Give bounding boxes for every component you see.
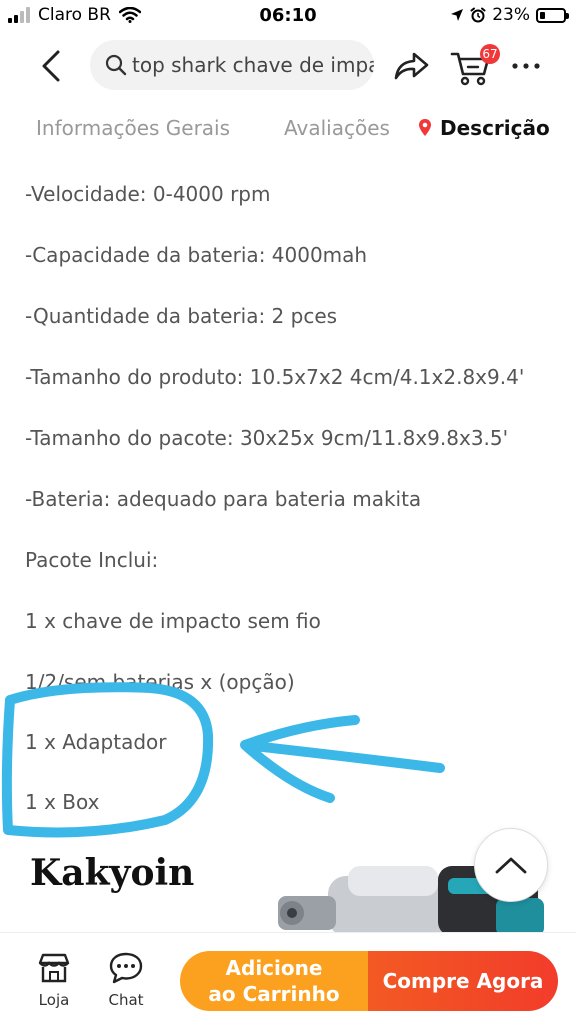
desc-line: 1 x Adaptador (25, 730, 167, 754)
desc-line: Pacote Inclui: (25, 548, 159, 572)
search-bar[interactable]: top shark chave de impa (90, 40, 374, 90)
add-to-cart-button[interactable]: Adicione ao Carrinho (180, 951, 368, 1011)
desc-line: -Quantidade da bateria: 2 pces (25, 304, 338, 328)
status-right: 23% (450, 5, 569, 25)
battery-icon (536, 7, 569, 23)
add-to-cart-label-line2: ao Carrinho (208, 982, 340, 1006)
back-button[interactable] (30, 42, 74, 90)
product-page: Claro BR 06:10 23% top shark chave de im… (0, 0, 576, 1024)
brand-title: Kakyoin (30, 852, 195, 894)
store-icon (38, 953, 70, 983)
buy-now-button[interactable]: Compre Agora (368, 951, 558, 1011)
alarm-icon (470, 7, 486, 23)
desc-line: 1 x chave de impacto sem fio (25, 609, 321, 633)
desc-line: -Tamanho do pacote: 30x25x 9cm/11.8x9.8x… (25, 426, 509, 450)
search-query: top shark chave de impa (132, 53, 374, 77)
purchase-buttons: Adicione ao Carrinho Compre Agora (180, 951, 558, 1011)
more-icon (512, 63, 540, 69)
share-icon (394, 52, 429, 80)
chevron-up-icon (495, 857, 527, 874)
store-label: Loja (38, 991, 70, 1009)
add-to-cart-label-line1: Adicione (225, 956, 323, 980)
store-button[interactable]: Loja (26, 951, 82, 1009)
top-header: top shark chave de impa 67 (0, 34, 576, 98)
status-bar: Claro BR 06:10 23% (0, 0, 576, 34)
back-arrow-icon (42, 50, 60, 82)
bottom-action-bar: Loja Chat Adicione ao Carrinho Compre Ag… (0, 932, 576, 1024)
tab-description[interactable]: Descrição (418, 116, 550, 140)
desc-line: -Tamanho do produto: 10.5x7x2 4cm/4.1x2.… (25, 365, 525, 389)
tab-general-info[interactable]: Informações Gerais (36, 116, 230, 140)
chat-label: Chat (108, 991, 144, 1009)
scroll-to-top-button[interactable] (474, 828, 548, 902)
desc-line: -Bateria: adequado para bateria makita (25, 487, 422, 511)
location-pin-icon (419, 119, 431, 136)
share-button[interactable] (390, 46, 432, 86)
desc-line: -Velocidade: 0-4000 rpm (25, 182, 271, 206)
cart-count-badge: 67 (480, 44, 500, 64)
chat-button[interactable]: Chat (98, 951, 154, 1009)
search-icon (105, 54, 127, 76)
battery-percent: 23% (492, 5, 530, 25)
chat-icon (109, 952, 143, 984)
tab-reviews[interactable]: Avaliações (284, 116, 390, 140)
desc-line: 1 x Box (25, 790, 100, 814)
desc-line: 1/2/sem baterias x (opção) (25, 670, 295, 694)
cart-button[interactable]: 67 (448, 42, 500, 90)
product-tabs: Informações Gerais Avaliações Descrição (0, 104, 576, 156)
desc-line: -Capacidade da bateria: 4000mah (25, 243, 368, 267)
more-options-button[interactable] (508, 48, 544, 84)
tab-description-label: Descrição (440, 116, 550, 140)
location-arrow-icon (451, 9, 464, 21)
